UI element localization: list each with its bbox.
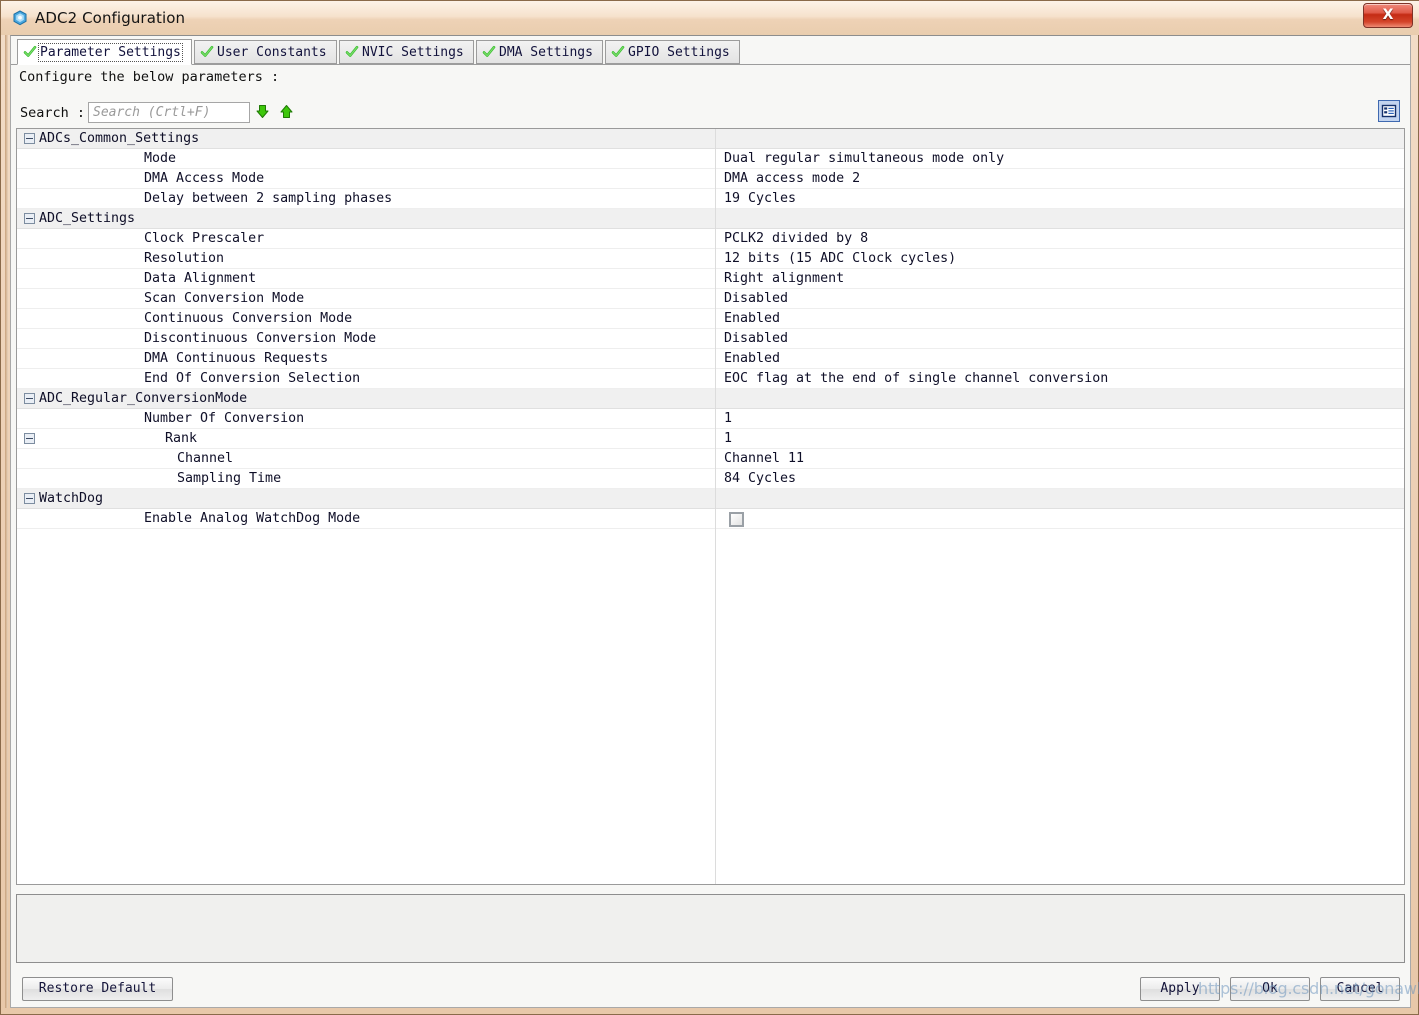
parameter-name: Channel [177,451,234,466]
parameter-row[interactable]: Delay between 2 sampling phases 19 Cycles [17,189,1404,209]
parameter-group-row[interactable]: WatchDog [17,489,1404,509]
parameter-name: Sampling Time [177,471,282,486]
list-view-icon[interactable] [1378,100,1400,122]
parameter-name: Mode [144,151,177,166]
parameter-name: ADC_Regular_ConversionMode [39,391,248,406]
parameter-name: Number Of Conversion [144,411,305,426]
collapse-minus-icon[interactable] [24,393,35,404]
collapse-minus-icon[interactable] [24,213,35,224]
parameter-value[interactable]: Enabled [724,351,780,366]
parameter-name: ADCs_Common_Settings [39,131,200,146]
parameter-value[interactable]: Right alignment [724,271,844,286]
collapse-minus-icon[interactable] [24,433,35,444]
parameter-name: ADC_Settings [39,211,136,226]
parameter-name: WatchDog [39,491,104,506]
parameter-name: Discontinuous Conversion Mode [144,331,377,346]
green-check-icon [200,45,214,59]
collapse-minus-icon[interactable] [24,133,35,144]
arrow-up-green-icon[interactable] [279,104,294,123]
search-label: Search : [20,105,86,121]
restore-default-button[interactable]: Restore Default [22,977,173,1001]
parameter-value[interactable]: Dual regular simultaneous mode only [724,151,1004,166]
green-check-icon [345,45,359,59]
parameter-row[interactable]: DMA Continuous Requests Enabled [17,349,1404,369]
parameter-row[interactable]: Number Of Conversion 1 [17,409,1404,429]
tab-label: NVIC Settings [362,44,464,60]
parameter-row[interactable]: Sampling Time 84 Cycles [17,469,1404,489]
tab-dma-settings[interactable]: DMA Settings [476,40,603,64]
cancel-button[interactable]: Cancel [1320,977,1400,1001]
parameter-name: DMA Continuous Requests [144,351,329,366]
parameter-row[interactable]: Discontinuous Conversion Mode Disabled [17,329,1404,349]
parameter-value[interactable]: Enabled [724,311,780,326]
parameter-value[interactable]: 1 [724,431,732,446]
close-button[interactable]: X [1363,3,1413,28]
parameter-table: ADCs_Common_Settings Mode Dual regular sim… [16,128,1405,885]
parameter-row[interactable]: Mode Dual regular simultaneous mode only [17,149,1404,169]
tab-gpio-settings[interactable]: GPIO Settings [605,40,740,64]
parameter-name: End Of Conversion Selection [144,371,361,386]
parameter-row[interactable]: Resolution 12 bits (15 ADC Clock cycles) [17,249,1404,269]
parameter-name: Continuous Conversion Mode [144,311,353,326]
parameter-value[interactable]: PCLK2 divided by 8 [724,231,868,246]
parameter-table-body: ADCs_Common_Settings Mode Dual regular sim… [17,129,1404,529]
tab-parameter-settings[interactable]: Parameter Settings [17,39,192,65]
parameter-row[interactable]: Continuous Conversion Mode Enabled [17,309,1404,329]
parameter-row[interactable]: Data Alignment Right alignment [17,269,1404,289]
parameter-row[interactable]: Channel Channel 11 [17,449,1404,469]
ok-button[interactable]: Ok [1230,977,1310,1001]
parameter-value[interactable]: Disabled [724,291,788,306]
parameter-group-row[interactable]: ADC_Settings [17,209,1404,229]
parameter-name: DMA Access Mode [144,171,265,186]
parameter-row[interactable]: End Of Conversion Selection EOC flag at t… [17,369,1404,389]
green-check-icon [611,45,625,59]
parameter-value[interactable]: 1 [724,411,732,426]
column-divider [715,129,716,884]
description-panel [16,894,1405,963]
parameter-value[interactable]: Disabled [724,331,788,346]
page-title: Configure the below parameters : [19,69,280,85]
parameter-name: Rank [165,431,198,446]
window-left-edge [5,35,8,1008]
dialog-client-area: Parameter Settings User Constants NVIC Set… [10,35,1411,1008]
parameter-group-row[interactable]: ADC_Regular_ConversionMode [17,389,1404,409]
parameter-row[interactable]: Scan Conversion Mode Disabled [17,289,1404,309]
parameter-value[interactable]: Channel 11 [724,451,804,466]
parameter-row[interactable]: Clock Prescaler PCLK2 divided by 8 [17,229,1404,249]
apply-button[interactable]: Apply [1140,977,1220,1001]
tab-strip: Parameter Settings User Constants NVIC Set… [11,39,1410,65]
parameter-group-row[interactable]: ADCs_Common_Settings [17,129,1404,149]
parameter-value[interactable]: 84 Cycles [724,471,796,486]
parameter-name: Clock Prescaler [144,231,265,246]
parameter-name: Delay between 2 sampling phases [144,191,393,206]
parameter-name: Enable Analog WatchDog Mode [144,511,361,526]
parameter-row[interactable]: Enable Analog WatchDog Mode [17,509,1404,529]
tab-label: DMA Settings [499,44,593,60]
parameter-value[interactable]: EOC flag at the end of single channel co… [724,371,1108,386]
parameter-name: Resolution [144,251,225,266]
adc-chip-icon [12,10,28,26]
green-check-icon [23,45,37,59]
parameter-row[interactable]: DMA Access Mode DMA access mode 2 [17,169,1404,189]
tab-user-constants[interactable]: User Constants [194,40,337,64]
arrow-down-green-icon[interactable] [255,104,270,123]
tab-label: GPIO Settings [628,44,730,60]
tab-strip-underline [11,64,1410,65]
parameter-value[interactable]: 12 bits (15 ADC Clock cycles) [724,251,956,266]
parameter-value[interactable]: DMA access mode 2 [724,171,860,186]
parameter-value[interactable]: 19 Cycles [724,191,796,206]
tab-label: User Constants [217,44,327,60]
title-bar: ADC2 Configuration X [1,1,1419,35]
window-title: ADC2 Configuration [35,9,186,27]
parameter-name: Scan Conversion Mode [144,291,305,306]
parameter-row[interactable]: Rank 1 [17,429,1404,449]
parameter-name: Data Alignment [144,271,257,286]
tab-label: Parameter Settings [38,42,183,62]
green-check-icon [482,45,496,59]
tab-nvic-settings[interactable]: NVIC Settings [339,40,474,64]
dialog-window: ADC2 Configuration X Parameter Settings U… [0,0,1419,1015]
collapse-minus-icon[interactable] [24,493,35,504]
search-input[interactable] [88,102,250,123]
analog-watchdog-checkbox[interactable] [729,512,744,527]
